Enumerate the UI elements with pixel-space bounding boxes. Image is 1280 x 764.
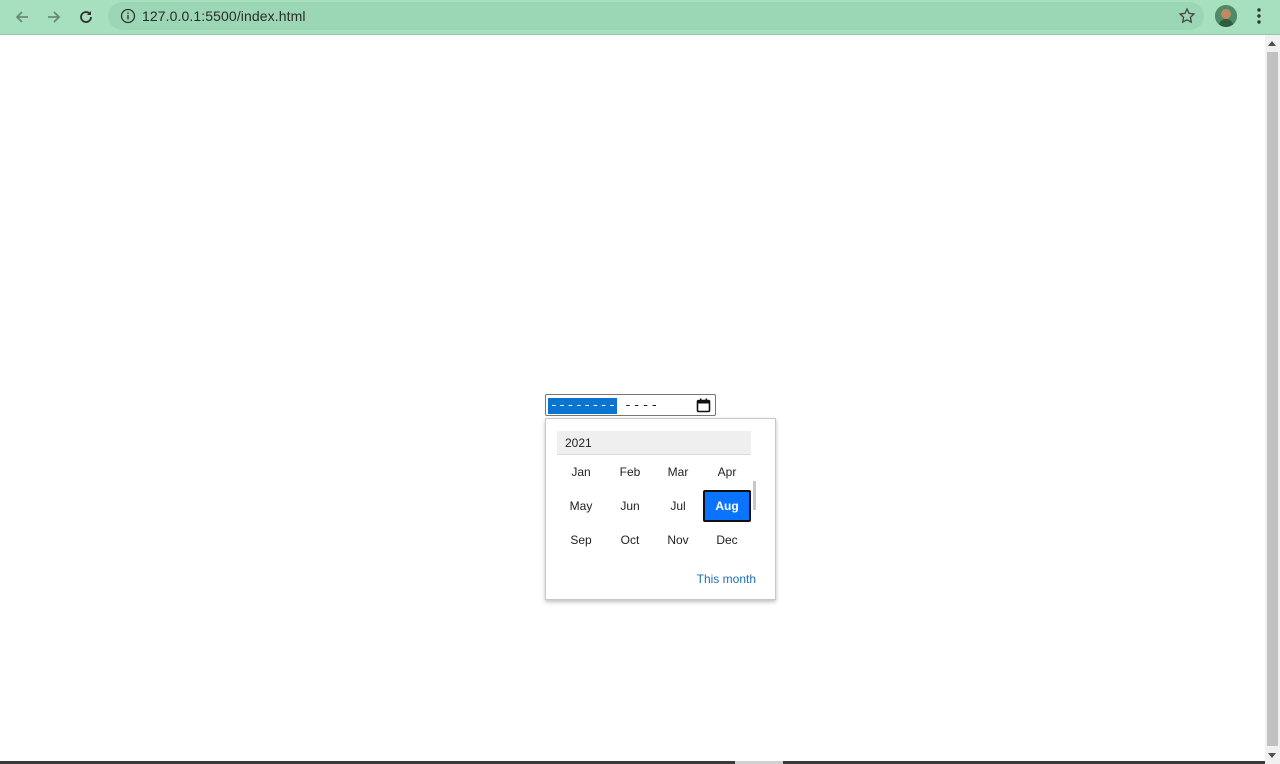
- kebab-menu-icon[interactable]: [1250, 5, 1268, 27]
- month-dec[interactable]: Dec: [703, 524, 751, 556]
- scroll-up-icon[interactable]: [1268, 41, 1276, 46]
- page-scrollbar[interactable]: [1265, 35, 1280, 764]
- year-header[interactable]: 2021: [557, 431, 751, 455]
- star-icon[interactable]: [1178, 7, 1196, 25]
- month-picker-popup: 2021 Jan Feb Mar Apr May Jun Jul Aug Sep…: [545, 418, 776, 600]
- month-input[interactable]: --------- ----: [545, 394, 716, 416]
- picker-scroll-thumb[interactable]: [753, 481, 756, 510]
- avatar-icon: [1215, 5, 1237, 27]
- back-button[interactable]: [9, 4, 35, 30]
- arrow-right-icon: [48, 11, 61, 23]
- address-bar[interactable]: 127.0.0.1:5500/index.html: [108, 2, 1204, 30]
- month-may[interactable]: May: [557, 490, 605, 522]
- month-apr[interactable]: Apr: [703, 456, 751, 488]
- url-text[interactable]: 127.0.0.1:5500/index.html: [142, 8, 306, 24]
- scroll-thumb[interactable]: [1267, 52, 1278, 746]
- month-jan[interactable]: Jan: [557, 456, 605, 488]
- month-segment[interactable]: ---------: [548, 398, 617, 414]
- arrow-left-icon: [15, 11, 28, 23]
- browser-toolbar: 127.0.0.1:5500/index.html: [0, 0, 1280, 35]
- forward-button[interactable]: [41, 4, 67, 30]
- profile-avatar[interactable]: [1215, 5, 1237, 27]
- calendar-icon[interactable]: [696, 398, 711, 413]
- reload-icon: [80, 11, 92, 23]
- month-sep[interactable]: Sep: [557, 524, 605, 556]
- month-mar[interactable]: Mar: [654, 456, 702, 488]
- month-jul[interactable]: Jul: [654, 490, 702, 522]
- month-nov[interactable]: Nov: [654, 524, 702, 556]
- year-segment[interactable]: ----: [624, 398, 659, 414]
- scroll-down-icon[interactable]: [1268, 753, 1276, 758]
- month-jun[interactable]: Jun: [606, 490, 654, 522]
- info-icon[interactable]: [120, 8, 136, 24]
- reload-button[interactable]: [73, 4, 99, 30]
- this-month-button[interactable]: This month: [697, 572, 756, 586]
- month-feb[interactable]: Feb: [606, 456, 654, 488]
- month-aug-selected[interactable]: Aug: [703, 490, 751, 522]
- month-oct[interactable]: Oct: [606, 524, 654, 556]
